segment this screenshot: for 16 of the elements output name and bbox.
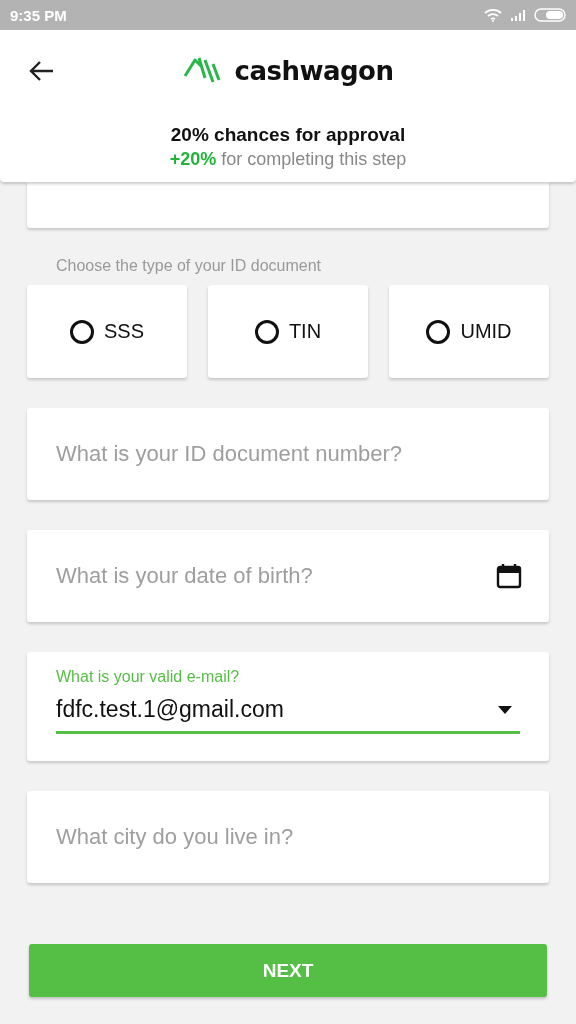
dropdown-icon	[498, 705, 512, 714]
banner-subtitle: +20% for completing this step	[169, 149, 407, 170]
id-type-option[interactable]: SSS	[27, 285, 187, 378]
logo-text: cashwagon	[234, 56, 394, 86]
field-label: What is your valid e-mail?	[56, 668, 241, 686]
input-field[interactable]	[27, 182, 549, 228]
battery-icon	[534, 8, 566, 22]
status-time: 9:35 PM	[10, 6, 67, 24]
calendar-icon	[496, 563, 522, 589]
signal-icon	[510, 9, 526, 21]
id-type-label: Choose the type of your ID document	[56, 257, 323, 276]
banner-title: 20% chances for approval	[170, 124, 406, 146]
id-type-option[interactable]: TIN	[208, 285, 368, 378]
email-select[interactable]: fdfc.test.1@gmail.com	[56, 688, 520, 734]
wifi-icon	[484, 8, 502, 22]
id-type-option[interactable]: UMID	[389, 285, 549, 378]
